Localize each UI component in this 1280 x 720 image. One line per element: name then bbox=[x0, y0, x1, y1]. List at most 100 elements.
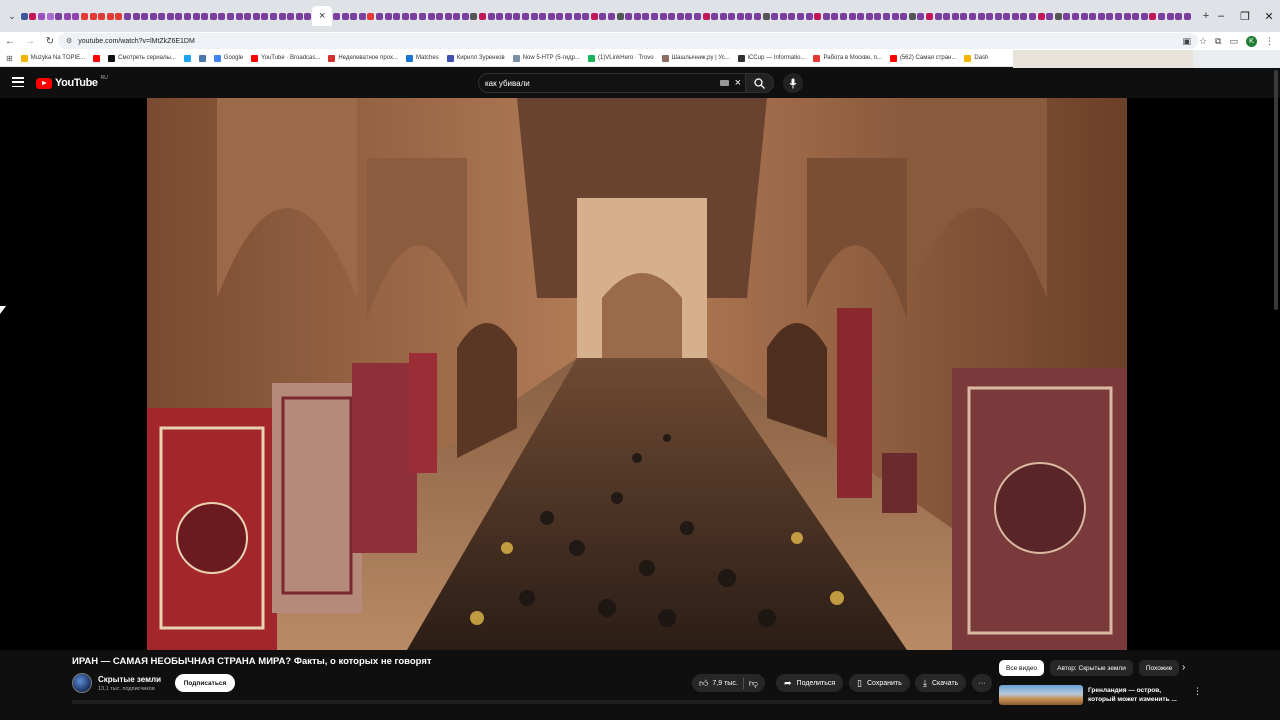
tab-favicon[interactable] bbox=[209, 9, 218, 23]
more-actions-button[interactable]: ··· bbox=[972, 674, 992, 692]
tab-favicon[interactable] bbox=[728, 9, 737, 23]
tab-favicon[interactable] bbox=[269, 9, 278, 23]
tab-favicon[interactable] bbox=[882, 9, 891, 23]
tab-favicon[interactable] bbox=[960, 9, 969, 23]
install-app-icon[interactable]: ▣ bbox=[1182, 36, 1191, 47]
tab-favicon[interactable] bbox=[530, 9, 539, 23]
close-window-button[interactable]: ✕ bbox=[1254, 0, 1280, 32]
tab-favicon[interactable] bbox=[547, 9, 556, 23]
active-tab[interactable]: × bbox=[312, 6, 333, 26]
bookmark-item[interactable]: Неделеватное прох... bbox=[328, 54, 398, 62]
tab-favicon[interactable] bbox=[261, 9, 270, 23]
tab-favicon[interactable] bbox=[805, 9, 814, 23]
tab-favicon[interactable] bbox=[753, 9, 762, 23]
tab-favicon[interactable] bbox=[427, 9, 436, 23]
tab-favicon[interactable] bbox=[556, 9, 565, 23]
tab-favicon[interactable] bbox=[37, 9, 46, 23]
tab-favicon[interactable] bbox=[123, 9, 132, 23]
tab-favicon[interactable] bbox=[375, 9, 384, 23]
tab-favicon[interactable] bbox=[252, 9, 261, 23]
tab-favicon[interactable] bbox=[392, 9, 401, 23]
tab-favicon[interactable] bbox=[278, 9, 287, 23]
filter-chip[interactable]: Похожие bbox=[1138, 660, 1180, 676]
tab-favicon[interactable] bbox=[1045, 9, 1054, 23]
tab-favicon[interactable] bbox=[685, 9, 694, 23]
tab-favicon[interactable] bbox=[72, 9, 81, 23]
tab-favicon[interactable] bbox=[1054, 9, 1063, 23]
recommendation-thumbnail[interactable] bbox=[999, 685, 1083, 705]
tab-favicon[interactable] bbox=[29, 9, 38, 23]
bookmark-item[interactable]: Шашлычник.ру | Ус... bbox=[661, 54, 730, 62]
tab-favicon[interactable] bbox=[702, 9, 711, 23]
tab-favicon[interactable] bbox=[1183, 9, 1192, 23]
tab-favicon[interactable] bbox=[226, 9, 235, 23]
forward-arrow-icon[interactable]: → bbox=[20, 32, 40, 50]
page-scrollbar[interactable] bbox=[1274, 70, 1278, 310]
tab-favicon[interactable] bbox=[581, 9, 590, 23]
profile-avatar[interactable]: K bbox=[1246, 35, 1257, 47]
tab-favicon[interactable] bbox=[20, 9, 29, 23]
site-info-icon[interactable]: ⚙ bbox=[66, 37, 72, 45]
omnibox[interactable]: ⚙ youtube.com/watch?v=lMtZkZ6E1DM bbox=[58, 33, 1198, 49]
tab-favicon[interactable] bbox=[667, 9, 676, 23]
subscribe-button[interactable]: Подписаться bbox=[175, 674, 235, 692]
tab-favicon[interactable] bbox=[822, 9, 831, 23]
tab-favicon[interactable] bbox=[564, 9, 573, 23]
bookmark-item[interactable]: Работа в Москве, п... bbox=[813, 54, 882, 62]
channel-name[interactable]: Скрытые земли bbox=[98, 675, 161, 684]
tab-favicon[interactable] bbox=[504, 9, 513, 23]
tab-favicon[interactable] bbox=[521, 9, 530, 23]
tab-favicon[interactable] bbox=[410, 9, 419, 23]
tab-favicon[interactable] bbox=[538, 9, 547, 23]
tab-favicon[interactable] bbox=[1157, 9, 1166, 23]
tab-favicon[interactable] bbox=[495, 9, 504, 23]
video-frame[interactable]: ? bbox=[147, 98, 1127, 650]
tab-favicon[interactable] bbox=[453, 9, 462, 23]
tab-favicon[interactable] bbox=[891, 9, 900, 23]
tab-favicon[interactable] bbox=[874, 9, 883, 23]
tab-favicon[interactable] bbox=[745, 9, 754, 23]
tab-favicon[interactable] bbox=[304, 9, 313, 23]
recommendation-menu-icon[interactable]: ⋮ bbox=[1193, 686, 1202, 697]
side-panel-icon[interactable]: ▭ bbox=[1229, 36, 1238, 47]
tab-favicon[interactable] bbox=[616, 9, 625, 23]
tab-favicon[interactable] bbox=[917, 9, 926, 23]
back-arrow-icon[interactable]: ← bbox=[0, 32, 20, 50]
keyboard-icon[interactable] bbox=[720, 80, 729, 86]
download-button[interactable]: ⤓ Скачать bbox=[915, 674, 967, 692]
tab-favicon[interactable] bbox=[1123, 9, 1132, 23]
tab-favicon[interactable] bbox=[650, 9, 659, 23]
tab-favicon[interactable] bbox=[676, 9, 685, 23]
tab-favicon[interactable] bbox=[848, 9, 857, 23]
voice-search-button[interactable] bbox=[783, 73, 803, 93]
channel-avatar[interactable] bbox=[72, 673, 92, 693]
tab-favicon[interactable] bbox=[140, 9, 149, 23]
filter-chip[interactable]: Все видео bbox=[999, 660, 1045, 676]
tab-favicon[interactable] bbox=[1003, 9, 1012, 23]
tab-favicon[interactable] bbox=[80, 9, 89, 23]
extensions-icon[interactable]: ⧉ bbox=[1215, 36, 1221, 47]
tab-favicon[interactable] bbox=[470, 9, 479, 23]
bookmark-item[interactable]: Now 5-HTP (5-гидр... bbox=[512, 54, 580, 62]
bookmark-item[interactable] bbox=[183, 54, 191, 62]
search-input[interactable]: как убивали × bbox=[478, 73, 746, 93]
tab-favicon[interactable] bbox=[132, 9, 141, 23]
tab-favicon[interactable] bbox=[788, 9, 797, 23]
youtube-logo[interactable]: YouTube RU bbox=[36, 75, 108, 89]
tab-favicon[interactable] bbox=[607, 9, 616, 23]
bookmark-item[interactable]: (1)VLinkHero · Trovo bbox=[587, 54, 654, 62]
tab-favicon[interactable] bbox=[642, 9, 651, 23]
tab-favicon[interactable] bbox=[158, 9, 167, 23]
filter-chip[interactable]: Автор: Скрытые земли bbox=[1050, 660, 1133, 676]
like-button[interactable]: 👍︎ 7,9 тыс. bbox=[699, 678, 738, 689]
search-button[interactable] bbox=[746, 73, 774, 93]
clear-search-icon[interactable]: × bbox=[735, 77, 741, 89]
tab-close-icon[interactable]: × bbox=[319, 10, 325, 22]
chips-next-chevron-icon[interactable]: › bbox=[1182, 662, 1185, 673]
tab-favicon[interactable] bbox=[1037, 9, 1046, 23]
bookmark-item[interactable]: Кирилл Зуренков bbox=[446, 54, 505, 62]
tab-favicon[interactable] bbox=[1114, 9, 1123, 23]
hamburger-menu-icon[interactable] bbox=[12, 76, 24, 88]
tab-favicon[interactable] bbox=[444, 9, 453, 23]
tab-favicon[interactable] bbox=[1131, 9, 1140, 23]
